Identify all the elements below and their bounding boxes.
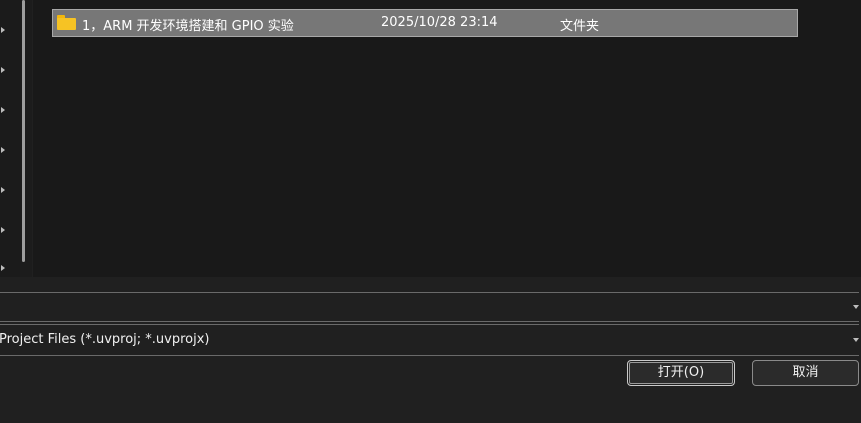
expand-chevron-icon[interactable] — [1, 67, 5, 73]
file-type: 文件夹 — [560, 19, 600, 34]
expand-chevron-icon[interactable] — [1, 107, 5, 113]
file-list: 1，ARM 开发环境搭建和 GPIO 实验 2025/10/28 23:14 文… — [33, 0, 861, 277]
dialog-footer: Project Files (*.uvproj; *.uvprojx) 打开(O… — [0, 277, 861, 423]
file-row[interactable]: 1，ARM 开发环境搭建和 GPIO 实验 2025/10/28 23:14 文… — [52, 9, 798, 37]
expand-chevron-icon[interactable] — [1, 27, 5, 33]
open-button[interactable]: 打开(O) — [627, 360, 735, 386]
navigation-scrollbar[interactable] — [20, 0, 32, 277]
folder-icon — [57, 15, 76, 30]
chevron-down-icon[interactable] — [853, 338, 859, 342]
navigation-pane — [0, 0, 20, 277]
expand-chevron-icon[interactable] — [1, 187, 5, 193]
file-date-modified: 2025/10/28 23:14 — [381, 15, 498, 30]
file-type-filter-value: Project Files (*.uvproj; *.uvprojx) — [0, 332, 210, 347]
file-name-input[interactable] — [0, 292, 859, 322]
chevron-down-icon[interactable] — [853, 305, 859, 309]
expand-chevron-icon[interactable] — [1, 265, 5, 271]
scrollbar-thumb[interactable] — [22, 0, 25, 262]
file-type-filter[interactable]: Project Files (*.uvproj; *.uvprojx) — [0, 324, 859, 356]
expand-chevron-icon[interactable] — [1, 147, 5, 153]
cancel-button[interactable]: 取消 — [752, 360, 859, 386]
file-name: 1，ARM 开发环境搭建和 GPIO 实验 — [82, 19, 294, 34]
expand-chevron-icon[interactable] — [1, 227, 5, 233]
